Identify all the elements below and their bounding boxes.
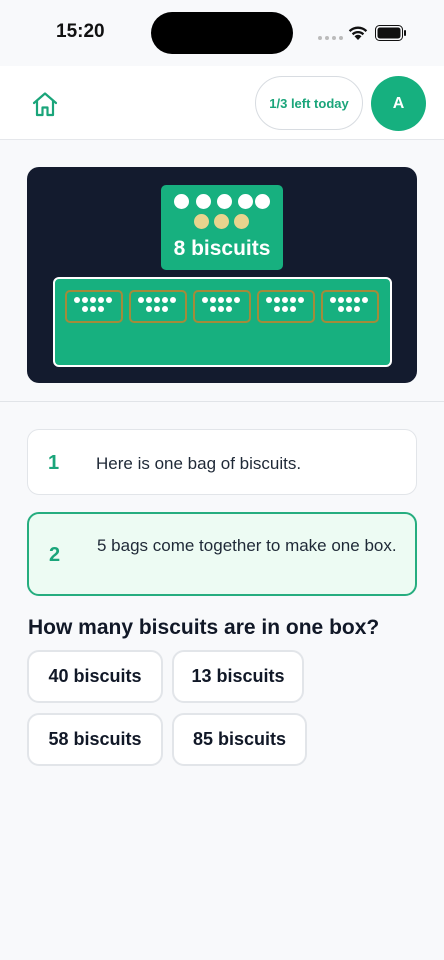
biscuit-dot xyxy=(174,194,189,209)
mini-biscuit-dot xyxy=(338,306,344,312)
mini-biscuit-dot xyxy=(346,297,352,303)
mini-biscuit-bag xyxy=(321,290,379,323)
mini-biscuit-dot xyxy=(162,297,168,303)
mini-biscuit-dot xyxy=(74,297,80,303)
top-header: 1/3 left today A xyxy=(0,66,444,140)
mini-biscuit-dot xyxy=(362,297,368,303)
biscuit-dot xyxy=(238,194,253,209)
mini-biscuit-dot xyxy=(210,297,216,303)
biscuit-dot xyxy=(255,194,270,209)
step-text: 5 bags come together to make one box. xyxy=(97,536,397,555)
biscuit-dot xyxy=(234,214,249,229)
mini-biscuit-dot xyxy=(226,306,232,312)
step-number: 2 xyxy=(49,544,61,566)
mini-biscuit-dot xyxy=(90,306,96,312)
mini-biscuit-dot xyxy=(98,297,104,303)
biscuit-dot xyxy=(196,194,211,209)
mini-biscuit-dot xyxy=(170,297,176,303)
mini-biscuit-dot xyxy=(106,297,112,303)
mini-biscuit-dot xyxy=(146,297,152,303)
mini-biscuit-dot xyxy=(162,306,168,312)
mini-biscuit-dot xyxy=(290,306,296,312)
mini-biscuit-bag xyxy=(257,290,315,323)
mini-biscuit-dot xyxy=(218,297,224,303)
mini-biscuit-bag xyxy=(65,290,123,323)
answer-option[interactable]: 85 biscuits xyxy=(172,713,307,766)
mini-biscuit-dot xyxy=(218,306,224,312)
mini-biscuit-dot xyxy=(346,306,352,312)
mini-biscuit-dot xyxy=(330,297,336,303)
home-icon xyxy=(32,92,58,117)
answer-option[interactable]: 40 biscuits xyxy=(27,650,163,703)
mini-biscuit-dot xyxy=(282,297,288,303)
mini-biscuit-dot xyxy=(146,306,152,312)
mini-biscuit-dot xyxy=(290,297,296,303)
mini-biscuit-dot xyxy=(210,306,216,312)
step-card-2: 2 5 bags come together to make one box. xyxy=(27,512,417,596)
status-bar: 15:20 xyxy=(0,0,444,66)
mini-biscuit-dot xyxy=(338,297,344,303)
mini-biscuit-bag xyxy=(193,290,251,323)
step-text: Here is one bag of biscuits. xyxy=(96,454,302,473)
status-time: 15:20 xyxy=(56,21,105,42)
biscuit-illustration: 8 biscuits xyxy=(27,167,417,383)
biscuit-bag: 8 biscuits xyxy=(161,185,283,270)
home-button[interactable] xyxy=(30,90,60,118)
biscuit-dot xyxy=(214,214,229,229)
mini-biscuit-dot xyxy=(226,297,232,303)
mini-biscuit-dot xyxy=(298,297,304,303)
mini-biscuit-dot xyxy=(354,306,360,312)
mini-biscuit-dot xyxy=(202,297,208,303)
daily-limit-badge[interactable]: 1/3 left today xyxy=(255,76,363,130)
step-card-1: 1 Here is one bag of biscuits. xyxy=(27,429,417,495)
avatar[interactable]: A xyxy=(371,76,426,131)
mini-biscuit-dot xyxy=(266,297,272,303)
mini-biscuit-dot xyxy=(138,297,144,303)
mini-biscuit-dot xyxy=(154,306,160,312)
mini-biscuit-dot xyxy=(274,306,280,312)
mini-biscuit-dot xyxy=(90,297,96,303)
question-text: How many biscuits are in one box? xyxy=(28,616,380,639)
biscuit-dot xyxy=(194,214,209,229)
step-number: 1 xyxy=(48,452,60,474)
answer-option[interactable]: 58 biscuits xyxy=(27,713,163,766)
cellular-signal-icon xyxy=(318,36,343,40)
wifi-icon xyxy=(348,26,368,40)
battery-icon xyxy=(375,25,406,41)
mini-biscuit-bag xyxy=(129,290,187,323)
mini-biscuit-dot xyxy=(282,306,288,312)
mini-biscuit-dot xyxy=(82,306,88,312)
mini-biscuit-dot xyxy=(98,306,104,312)
biscuit-dot xyxy=(217,194,232,209)
dynamic-island xyxy=(151,12,293,54)
bag-label: 8 biscuits xyxy=(173,237,271,260)
mini-biscuit-dot xyxy=(234,297,240,303)
mini-biscuit-dot xyxy=(82,297,88,303)
mini-biscuit-dot xyxy=(274,297,280,303)
answer-option[interactable]: 13 biscuits xyxy=(172,650,304,703)
divider xyxy=(0,401,444,402)
biscuit-box xyxy=(53,277,392,367)
mini-biscuit-dot xyxy=(354,297,360,303)
mini-biscuit-dot xyxy=(154,297,160,303)
